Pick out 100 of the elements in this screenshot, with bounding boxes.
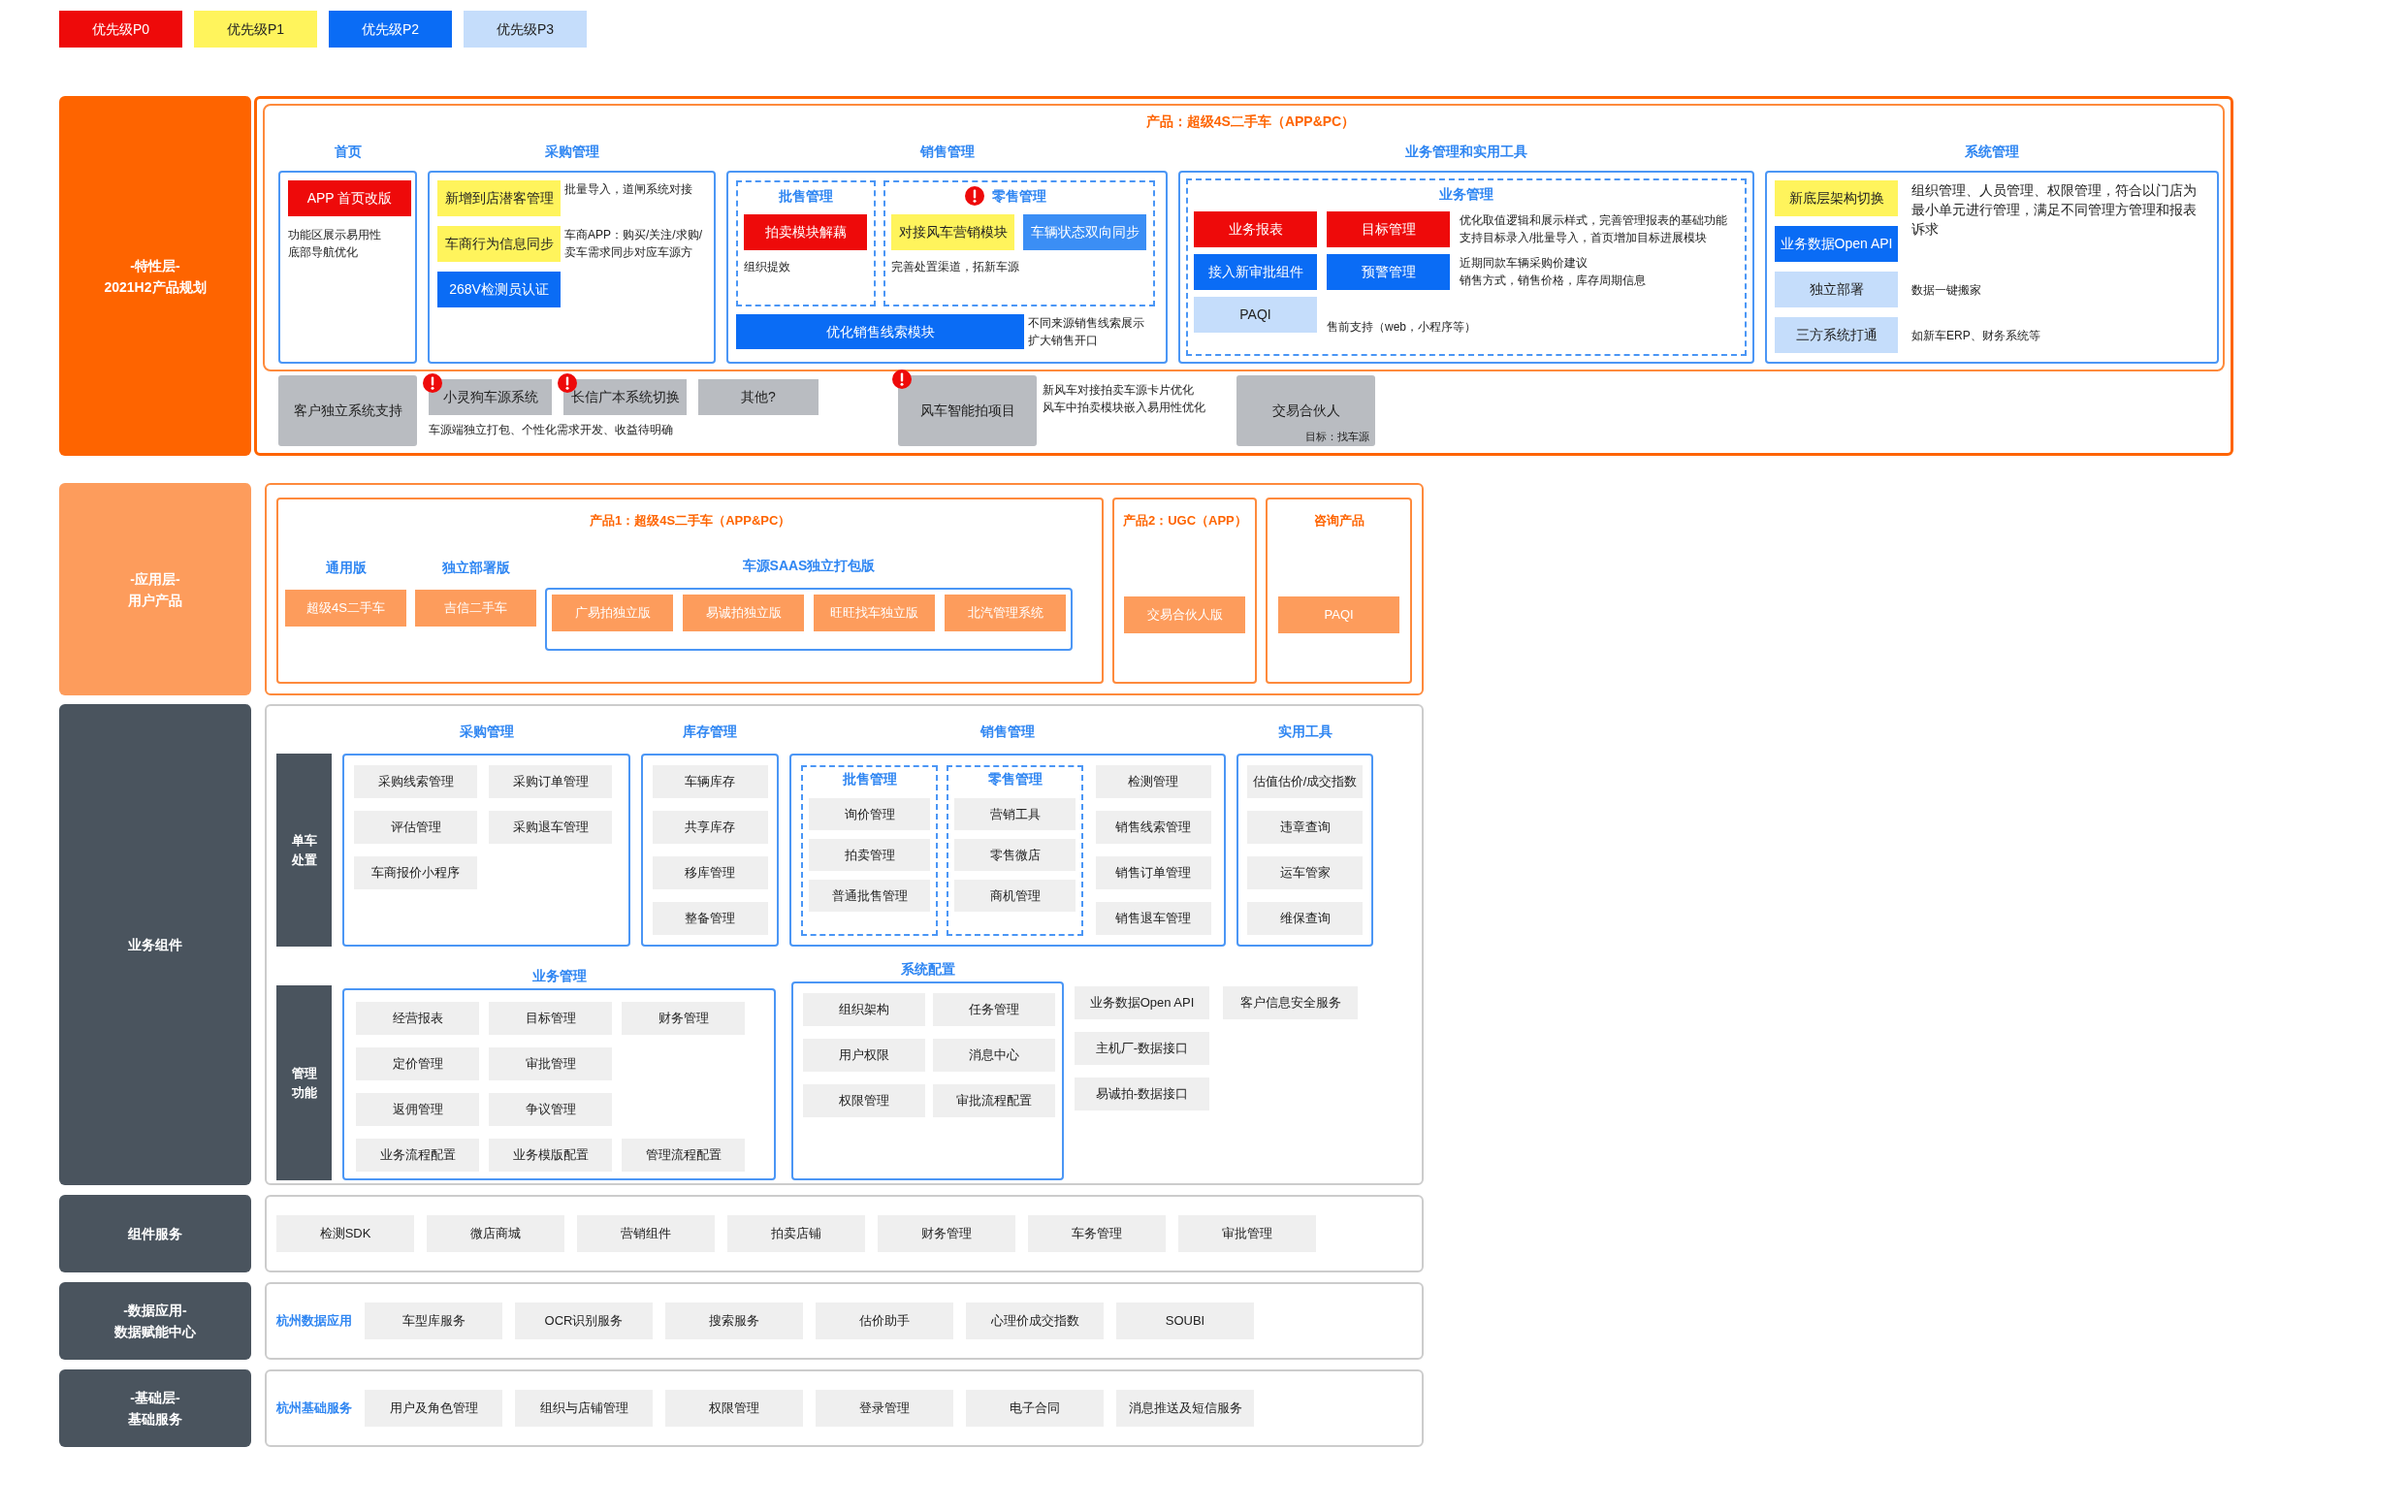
module-chip: 询价管理	[809, 798, 930, 830]
module-chip: 搜索服务	[665, 1303, 803, 1339]
module-chip: SOUBI	[1116, 1303, 1254, 1339]
row-label-text: 单车处置	[290, 831, 318, 869]
module-chip: 心理价成交指数	[966, 1303, 1104, 1339]
product-chip: 交易合伙人版	[1124, 595, 1246, 633]
module-chip: 维保查询	[1247, 902, 1363, 935]
section-heading: 零售管理	[992, 187, 1046, 206]
module-chip: 财务管理	[622, 1002, 745, 1035]
product-chip: 超级4S二手车	[285, 589, 406, 627]
module-chip: 组织与店铺管理	[515, 1390, 653, 1427]
product-chip: 吉信二手车	[415, 589, 536, 627]
module-chip: 任务管理	[932, 993, 1055, 1026]
section-heading: 销售管理	[919, 143, 975, 161]
note-text: 车源端独立打包、个性化需求开发、收益待明确	[429, 422, 674, 438]
module-chip: 审批管理	[1178, 1215, 1316, 1252]
module-chip: 目标管理	[489, 1002, 612, 1035]
layer-label-text: -应用层-	[130, 569, 180, 589]
module-chip: 运车管家	[1247, 856, 1363, 889]
section-heading: 库存管理	[683, 723, 737, 741]
section-heading: 业务管理	[1439, 185, 1493, 204]
module-chip: 违章查询	[1247, 811, 1363, 844]
priority-legend: 优先级P0	[59, 11, 182, 48]
priority-legend: 优先级P3	[464, 11, 587, 48]
module-chip: 评估管理	[354, 811, 477, 844]
feature-chip: 业务数据Open API	[1775, 226, 1898, 262]
module-chip: 普通批售管理	[809, 880, 930, 912]
project-name: 交易合伙人	[1271, 402, 1340, 420]
feature-chip: PAQI	[1194, 297, 1317, 333]
service-group-label: 杭州数据应用	[276, 1312, 352, 1331]
note-text: 车商APP：购买/关注/求购/	[564, 227, 702, 243]
layer-label-text: -数据应用-	[123, 1302, 187, 1320]
note-text: 近期同款车辆采购价建议	[1460, 255, 1589, 272]
section-heading: 通用版	[325, 558, 367, 577]
feature-chip: 预警管理	[1327, 254, 1450, 290]
module-chip: 销售退车管理	[1095, 902, 1211, 935]
feature-chip: 目标管理	[1327, 211, 1450, 247]
module-chip: 权限管理	[665, 1390, 803, 1427]
layer-label-text: 基础服务	[128, 1410, 182, 1429]
product-title: 咨询产品	[1313, 512, 1365, 530]
product-chip: 易诚拍独立版	[683, 594, 804, 631]
priority-legend: 优先级P2	[329, 11, 452, 48]
feature-chip: 拍卖模块解藕	[744, 214, 867, 250]
module-chip: 审批管理	[489, 1047, 612, 1080]
module-chip: 估价助手	[816, 1303, 953, 1339]
module-chip: 零售微店	[954, 839, 1076, 871]
module-chip: OCR识别服务	[515, 1303, 653, 1339]
module-chip: 采购订单管理	[489, 765, 612, 798]
section-heading: 零售管理	[987, 770, 1043, 788]
feature-chip: APP 首页改版	[288, 180, 411, 216]
section-heading: 车源SAAS独立打包版	[742, 556, 876, 575]
section-heading: 系统配置	[900, 960, 955, 979]
module-chip: 采购线索管理	[354, 765, 477, 798]
product-title: 产品1：超级4S二手车（APP&PC）	[590, 512, 791, 530]
note-text: 卖车需求同步对应车源方	[564, 244, 693, 261]
target-text: 目标：找车源	[1305, 429, 1369, 444]
module-chip: 估值估价/成交指数	[1247, 765, 1363, 798]
note-text: 如新车ERP、财务系统等	[1911, 327, 2040, 344]
module-chip: 检测管理	[1095, 765, 1211, 798]
section-heading: 批售管理	[842, 770, 897, 788]
module-chip: 用户权限	[803, 1039, 925, 1072]
module-chip: 营销工具	[954, 798, 1076, 830]
layer-label-text: 组件服务	[128, 1225, 182, 1243]
feature-chip: 业务报表	[1194, 211, 1317, 247]
note-text: 优化取值逻辑和展示样式，完善管理报表的基础功能	[1460, 212, 1727, 229]
module-chip: 业务流程配置	[356, 1139, 479, 1172]
note-text: 批量导入，道闸系统对接	[564, 181, 692, 198]
note-text: 支持目标录入/批量导入，首页增加目标进展模块	[1460, 230, 1709, 246]
module-chip: 业务数据Open API	[1075, 986, 1209, 1019]
feature-chip: 独立部署	[1775, 272, 1898, 307]
product-chip: PAQI	[1278, 595, 1400, 633]
module-chip: 争议管理	[489, 1093, 612, 1126]
product-chip: 广易拍独立版	[552, 594, 673, 631]
section-heading: 独立部署版	[441, 558, 510, 577]
module-chip: 销售订单管理	[1095, 856, 1211, 889]
note-text: 扩大销售开口	[1028, 333, 1099, 349]
module-chip: 车型库服务	[365, 1303, 502, 1339]
module-chip: 采购退车管理	[489, 811, 612, 844]
section-heading: 业务管理	[531, 967, 587, 985]
feature-chip: 车辆状态双向同步	[1023, 214, 1146, 250]
module-chip: 共享库存	[652, 811, 768, 844]
module-chip: 电子合同	[966, 1390, 1104, 1427]
feature-chip: 新底层架构切换	[1775, 180, 1898, 216]
section-heading: 实用工具	[1277, 723, 1332, 741]
feature-chip: 新增到店潜客管理	[437, 180, 561, 216]
project-name: 风车智能拍项目	[919, 402, 1015, 420]
module-chip: 组织架构	[803, 993, 925, 1026]
module-chip: 主机厂-数据接口	[1075, 1032, 1209, 1065]
module-chip: 商机管理	[954, 880, 1076, 912]
module-chip: 经营报表	[356, 1002, 479, 1035]
module-chip: 定价管理	[356, 1047, 479, 1080]
module-chip: 消息推送及短信服务	[1116, 1390, 1254, 1427]
note-text: 不同来源销售线索展示	[1028, 315, 1144, 332]
note-text: 功能区展示易用性	[288, 227, 382, 243]
module-chip: 消息中心	[932, 1039, 1055, 1072]
priority-legend: 优先级P1	[194, 11, 317, 48]
product-title: 产品2：UGC（APP）	[1122, 512, 1247, 530]
module-chip: 销售线索管理	[1095, 811, 1211, 844]
note-text: 数据一键搬家	[1911, 281, 1981, 299]
feature-chip: 接入新审批组件	[1194, 254, 1317, 290]
